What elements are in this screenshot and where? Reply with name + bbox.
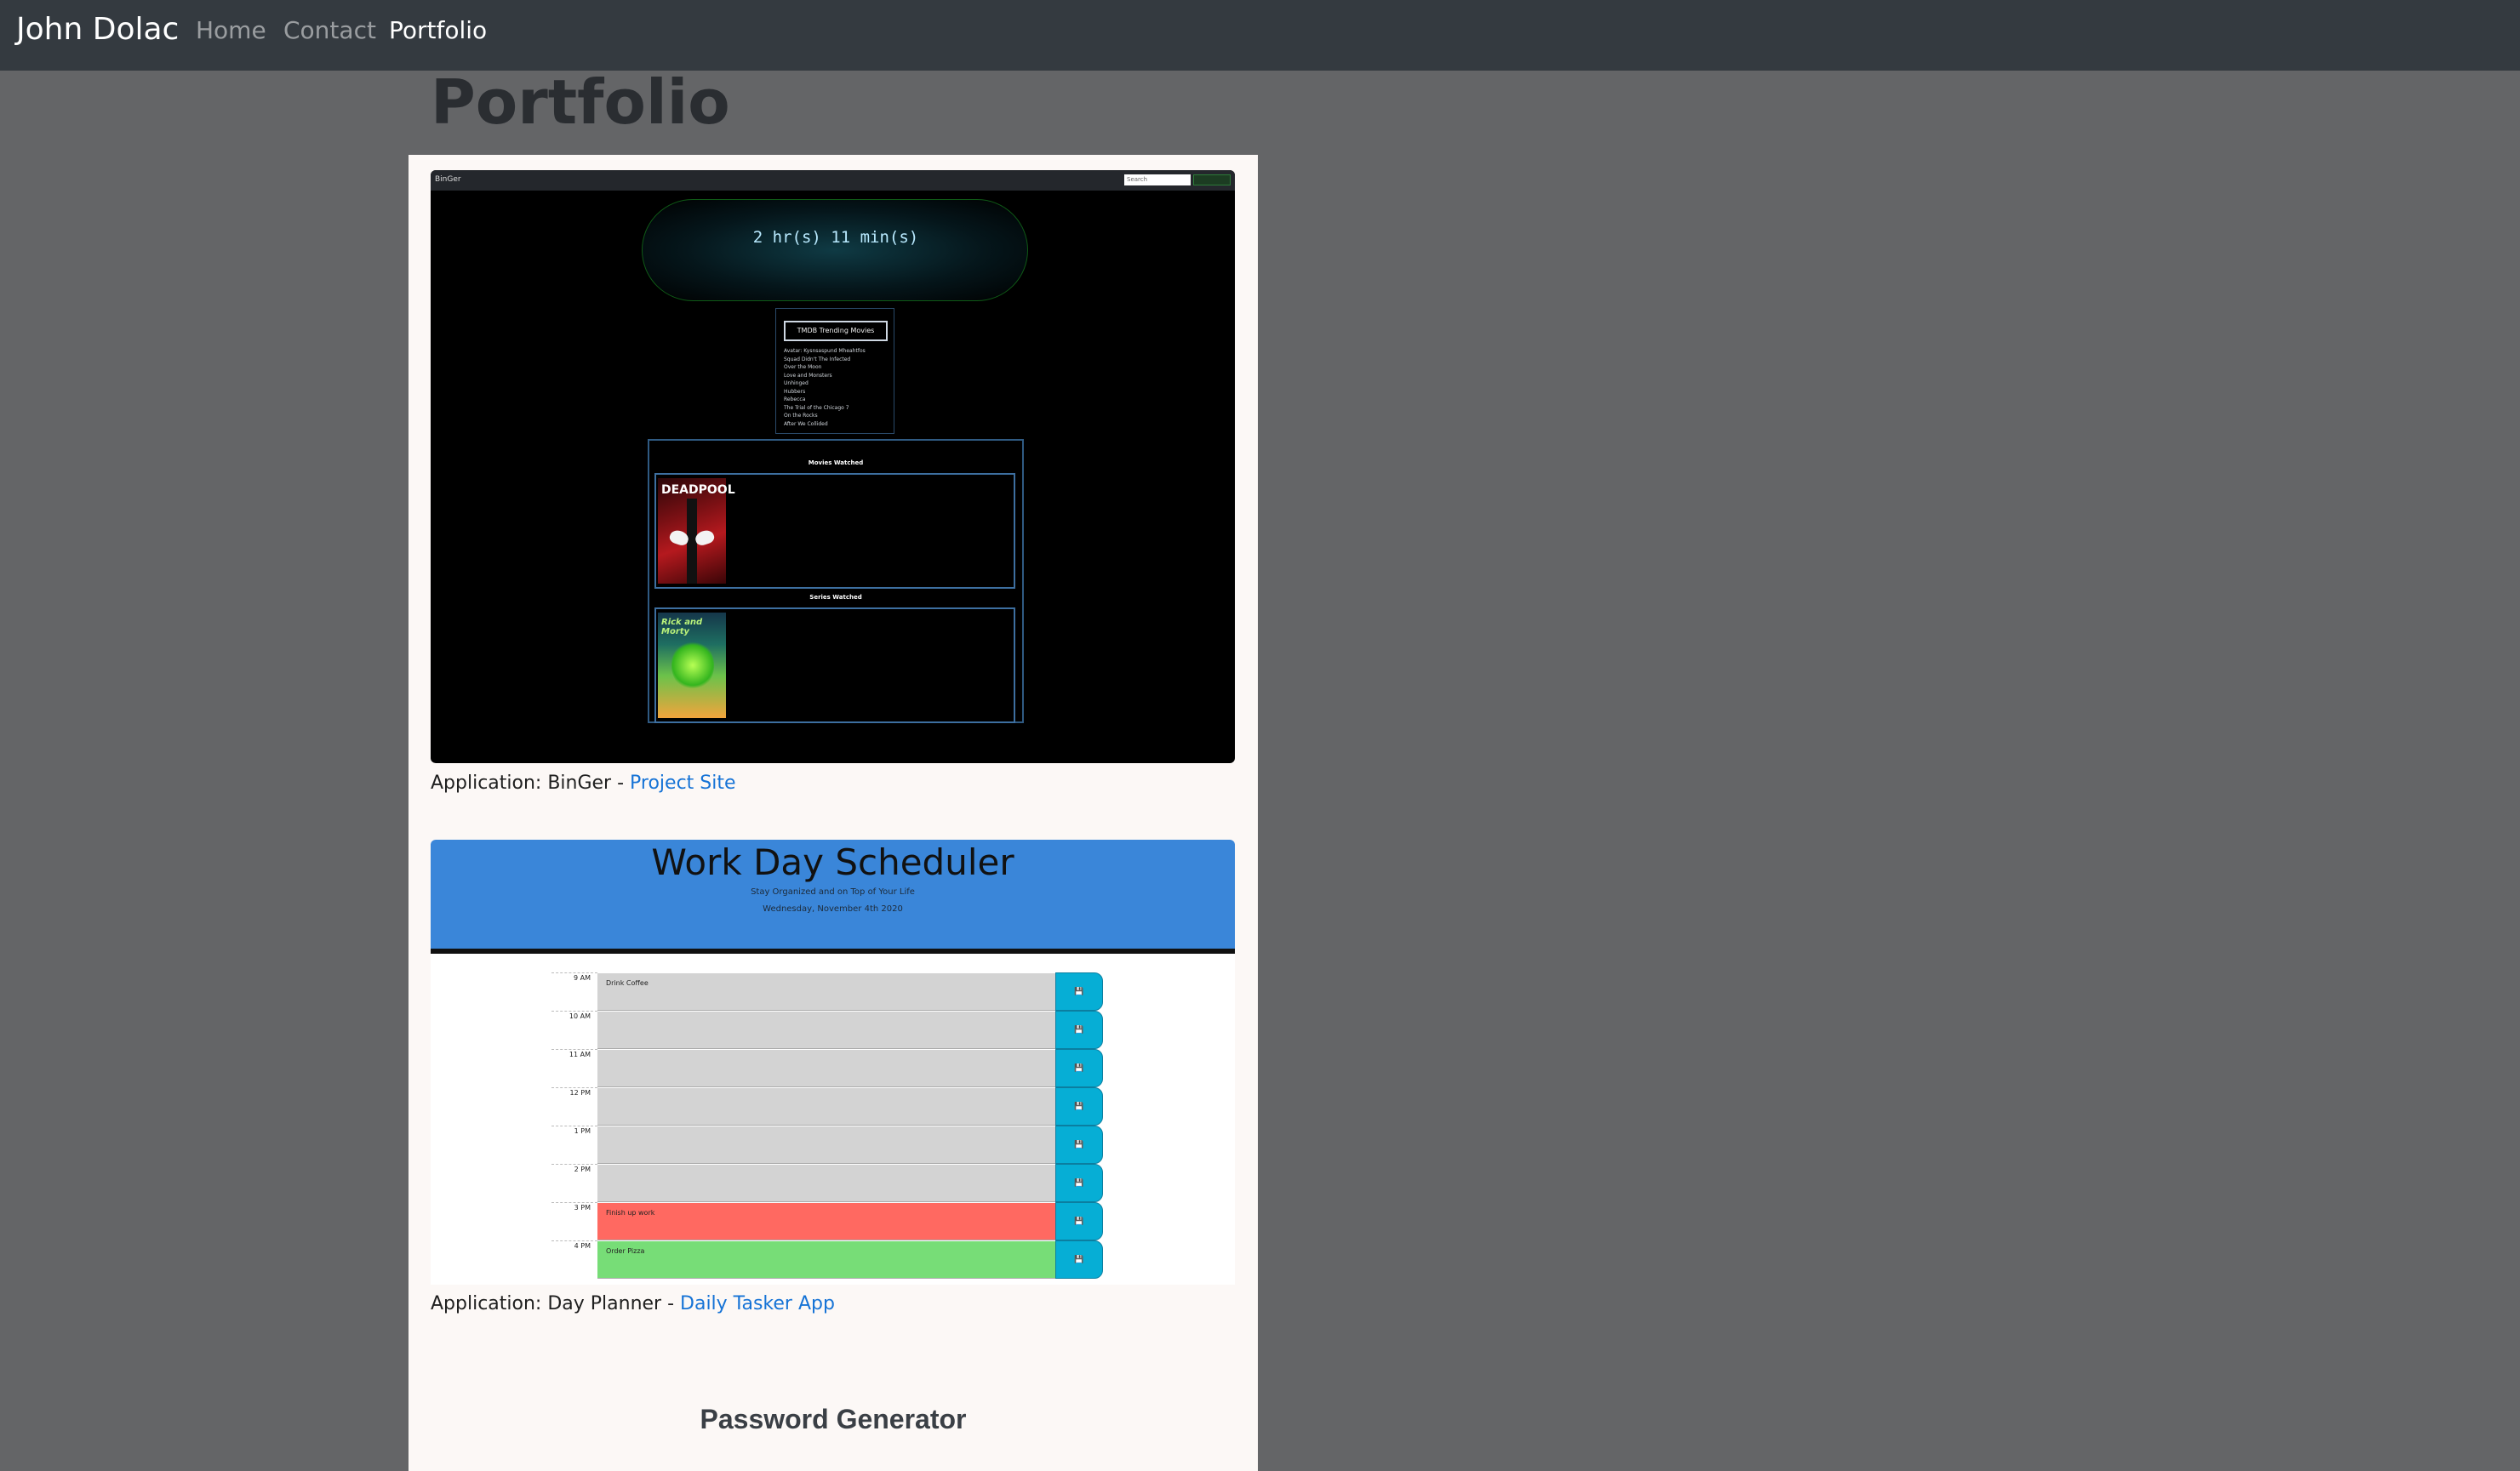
table-row: 10 AM 💾	[551, 1011, 1105, 1049]
save-icon: 💾	[1055, 1087, 1103, 1126]
binger-timer-pill: 2 hr(s) 11 min(s)	[642, 199, 1028, 301]
portfolio-card: BinGer Search 2 hr(s) 11 min(s) TMDB Tre…	[409, 155, 1258, 1471]
task-textarea: Order Pizza	[597, 1240, 1055, 1279]
table-row: 11 AM 💾	[551, 1049, 1105, 1087]
hour-label: 10 AM	[551, 1011, 597, 1049]
hour-label: 1 PM	[551, 1126, 597, 1164]
list-item: The Trial of the Chicago 7	[784, 404, 849, 411]
binger-search-field: Search	[1124, 174, 1191, 185]
list-item: Unhinged	[784, 380, 809, 386]
save-icon: 💾	[1055, 1011, 1103, 1049]
binger-screenshot: BinGer Search 2 hr(s) 11 min(s) TMDB Tre…	[431, 170, 1235, 763]
list-item: On the Rocks	[784, 413, 818, 419]
save-icon: 💾	[1055, 1164, 1103, 1202]
project-site-link[interactable]: Project Site	[630, 773, 736, 794]
deadpool-poster: DEADPOOL	[658, 478, 735, 584]
list-item: Love and Monsters	[784, 372, 832, 379]
series-watched-box: Rick and Morty	[654, 607, 1015, 723]
list-item: Avatar: Kysnsaspund Mheahtfos	[784, 348, 866, 354]
save-icon: 💾	[1055, 1202, 1103, 1240]
task-textarea: Drink Coffee	[597, 972, 1055, 1011]
hour-label: 9 AM	[551, 972, 597, 1011]
list-item: Rebecca	[784, 396, 806, 402]
nav-link-portfolio[interactable]: Portfolio	[389, 16, 487, 44]
binger-search-button	[1193, 174, 1231, 185]
hour-label: 12 PM	[551, 1087, 597, 1126]
binger-watched-panel: Movies Watched DEADPOOL Series Watched R…	[648, 439, 1024, 723]
list-item: Squad Didn't The Infected	[784, 356, 851, 362]
binger-trending-title: TMDB Trending Movies	[784, 321, 888, 341]
save-icon: 💾	[1055, 1049, 1103, 1087]
list-item: After We Collided	[784, 420, 828, 427]
series-watched-label: Series Watched	[809, 594, 862, 601]
scheduler-header: Work Day Scheduler Stay Organized and on…	[431, 840, 1235, 949]
list-item: Over the Moon	[784, 364, 822, 370]
caption-prefix: Application: Day Planner -	[431, 1293, 681, 1314]
movies-watched-box: DEADPOOL	[654, 473, 1015, 589]
project-caption-binger: Application: BinGer - Project Site	[431, 773, 736, 794]
hour-label: 11 AM	[551, 1049, 597, 1087]
list-item: Hubbers	[784, 388, 806, 395]
task-textarea	[597, 1126, 1055, 1164]
task-textarea	[597, 1164, 1055, 1202]
table-row: 4 PM Order Pizza 💾	[551, 1240, 1105, 1279]
daily-tasker-link[interactable]: Daily Tasker App	[680, 1293, 835, 1314]
table-row: 2 PM 💾	[551, 1164, 1105, 1202]
binger-trending-panel: TMDB Trending Movies Avatar: Kysnsaspund…	[775, 308, 894, 434]
brand-link[interactable]: John Dolac	[16, 12, 179, 47]
poster-title: Rick and Morty	[661, 618, 703, 636]
hour-label: 2 PM	[551, 1164, 597, 1202]
hour-label: 3 PM	[551, 1202, 597, 1240]
scheduler-screenshot: Work Day Scheduler Stay Organized and on…	[431, 840, 1235, 1285]
task-textarea	[597, 1049, 1055, 1087]
caption-prefix: Application: BinGer -	[431, 773, 631, 794]
page-title: Portfolio	[431, 66, 730, 138]
binger-navbar: BinGer Search	[431, 170, 1235, 191]
scheduler-subtitle: Stay Organized and on Top of Your Life	[751, 887, 915, 897]
scheduler-divider	[431, 949, 1235, 954]
binger-logo: BinGer	[435, 175, 461, 184]
save-icon: 💾	[1055, 1240, 1103, 1279]
nav-link-contact[interactable]: Contact	[283, 16, 376, 44]
table-row: 9 AM Drink Coffee 💾	[551, 972, 1105, 1011]
movies-watched-label: Movies Watched	[808, 459, 864, 466]
table-row: 1 PM 💾	[551, 1126, 1105, 1164]
binger-trending-list: Avatar: Kysnsaspund Mheahtfos Squad Didn…	[784, 347, 866, 428]
table-row: 3 PM Finish up work 💾	[551, 1202, 1105, 1240]
binger-timer-text: 2 hr(s) 11 min(s)	[752, 228, 919, 247]
rick-and-morty-poster: Rick and Morty	[658, 613, 726, 718]
table-row: 12 PM 💾	[551, 1087, 1105, 1126]
save-icon: 💾	[1055, 1126, 1103, 1164]
project-caption-day-planner: Application: Day Planner - Daily Tasker …	[431, 1293, 835, 1314]
hour-label: 4 PM	[551, 1240, 597, 1279]
nav-link-home[interactable]: Home	[196, 16, 266, 44]
scheduler-date: Wednesday, November 4th 2020	[763, 904, 903, 914]
password-generator-title: Password Generator	[700, 1404, 967, 1434]
poster-title: DEADPOOL	[661, 483, 735, 497]
save-icon: 💾	[1055, 972, 1103, 1011]
scheduler-title: Work Day Scheduler	[651, 841, 1014, 883]
task-textarea	[597, 1087, 1055, 1126]
task-textarea	[597, 1011, 1055, 1049]
navbar: John Dolac Home Contact Portfolio	[0, 0, 2520, 71]
task-textarea: Finish up work	[597, 1202, 1055, 1240]
